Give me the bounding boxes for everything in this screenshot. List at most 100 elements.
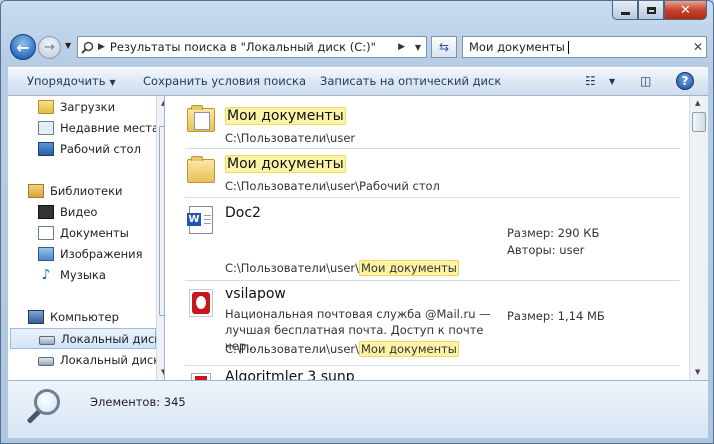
search-highlight: Мои документы [225,107,346,125]
video-library-icon [38,204,54,219]
mail-ru-icon [189,289,213,317]
computer-icon [28,309,44,324]
result-item[interactable]: Мои документы C:\Пользователи\user\Рабоч… [185,149,680,198]
result-name: Algoritmler 3 sunp [225,369,355,380]
result-size: Размер: 290 КБ [507,226,600,240]
nav-item-label: Локальный диск [61,331,162,346]
scroll-up-icon[interactable]: ▲ [695,99,700,107]
scroll-down-icon[interactable]: ▼ [695,368,700,376]
nav-item-computer[interactable]: Компьютер [28,306,164,327]
preview-pane-button[interactable]: ◫ [640,74,651,88]
magnifier-lens [34,389,60,415]
navigation-scrollbar[interactable]: ▲ ▼ [156,96,164,380]
pictures-library-icon [38,246,54,261]
clear-search-icon[interactable]: ✕ [690,40,706,54]
refresh-icon: ⇆ [438,40,450,54]
chevron-down-icon: ▼ [609,77,616,86]
nav-item-local-disk-c[interactable]: Локальный диск [10,328,161,349]
nav-item-local-disk-d[interactable]: Локальный диск [38,349,164,370]
result-item[interactable]: W Doc2 Размер: 290 КБ Авторы: user C:\По… [185,198,680,281]
result-item[interactable]: Algoritmler 3 sunp [185,366,680,380]
minimize-icon [620,11,630,15]
music-library-icon: ♪ [41,266,51,283]
help-icon: ? [681,74,689,88]
help-button[interactable]: ? [676,72,694,90]
nav-item-label: Локальный диск [60,352,161,367]
path-prefix: C:\Пользователи\user\ [225,342,359,356]
change-view-button[interactable]: ☷ [585,74,596,88]
search-highlight: Мои документы [359,341,459,357]
address-text[interactable]: Результаты поиска в "Локальный диск (C:)… [110,40,396,54]
document-overlay-icon [194,112,210,130]
nav-item-label: Недавние места [60,120,160,135]
result-size: Размер: 1,14 МБ [507,309,605,323]
nav-item-desktop[interactable]: Рабочий стол [38,138,164,159]
documents-library-icon [38,225,54,240]
folder-icon [187,105,215,132]
nav-item-label: Видео [60,204,98,219]
nav-item-label: Изображения [60,246,143,261]
recent-places-icon [38,120,54,135]
back-button[interactable]: ← [10,34,36,60]
nav-item-documents[interactable]: Документы [38,222,164,243]
address-dropdown-icon[interactable]: ▼ [410,43,426,52]
nav-item-label: Библиотеки [50,183,123,198]
organize-button[interactable]: Упорядочить ▼ [27,74,116,88]
burn-button[interactable]: Записать на оптический диск [320,74,501,88]
caption-buttons: ✕ [612,1,707,20]
view-options-dropdown[interactable]: ▼ [609,77,615,86]
back-arrow-icon: ← [16,37,30,57]
libraries-icon [28,183,44,198]
search-input[interactable]: Мои документы [469,40,690,54]
command-bar: Упорядочить ▼ Сохранить условия поиска За… [8,67,708,96]
result-name: vsilapow [225,286,286,302]
refresh-button[interactable]: ⇆ [431,36,457,58]
save-search-button[interactable]: Сохранить условия поиска [143,74,306,88]
breadcrumb-separator-icon[interactable]: ▶ [398,42,405,52]
close-button[interactable]: ✕ [664,1,707,20]
forward-button[interactable]: → [38,36,61,59]
file-icon [191,373,211,380]
results-scrollbar[interactable]: ▲ ▼ [689,96,708,380]
nav-item-label: Рабочий стол [60,141,141,156]
address-bar[interactable]: ▶ Результаты поиска в "Локальный диск (C… [77,36,427,58]
preview-pane-icon: ◫ [640,74,652,88]
result-name: Doc2 [225,205,261,221]
item-count: Элементов: 345 [90,395,186,409]
downloads-folder-icon [38,99,54,114]
search-results-icon [78,41,96,54]
nav-item-video[interactable]: Видео [38,201,164,222]
search-highlight: Мои документы [359,260,459,276]
chevron-down-icon: ▼ [65,41,72,50]
search-results-pane: Мои документы C:\Пользователи\user Мои д… [165,96,708,380]
text-line [204,219,211,220]
nav-item-recent-places[interactable]: Недавние места [38,117,164,138]
view-list-icon: ☷ [585,74,596,88]
path-prefix: C:\Пользователи\user\ [225,261,359,275]
mail-ru-logo [192,292,210,314]
nav-item-pictures[interactable]: Изображения [38,243,164,264]
result-item[interactable]: vsilapow Национальная почтовая служба @M… [185,281,680,366]
nav-item-downloads[interactable]: Загрузки [38,96,164,117]
results-scroll-thumb[interactable] [692,112,706,132]
text-caret [567,41,569,54]
details-pane: Элементов: 345 [8,380,708,438]
search-highlight: Мои документы [225,155,346,173]
search-box[interactable]: Мои документы ✕ [462,36,707,58]
folder-icon [187,156,215,183]
recent-pages-dropdown[interactable]: ▼ [65,41,71,50]
result-path: C:\Пользователи\user [225,131,356,145]
nav-item-music[interactable]: ♪ Музыка [38,264,164,285]
close-icon: ✕ [680,2,691,18]
nav-item-libraries[interactable]: Библиотеки [28,180,164,201]
result-item[interactable]: Мои документы C:\Пользователи\user [185,102,680,149]
nav-item-label: Документы [60,225,129,240]
search-input-value: Мои документы [469,40,565,54]
text-line [204,215,211,216]
maximize-button[interactable] [638,1,664,20]
explorer-window: ✕ ← → ▼ ▶ Результаты поиска в "Локальный… [0,0,714,444]
breadcrumb-separator-icon[interactable]: ▶ [98,42,105,52]
result-name: Мои документы [225,155,346,173]
minimize-button[interactable] [612,1,638,20]
nav-item-label: Музыка [60,267,106,282]
